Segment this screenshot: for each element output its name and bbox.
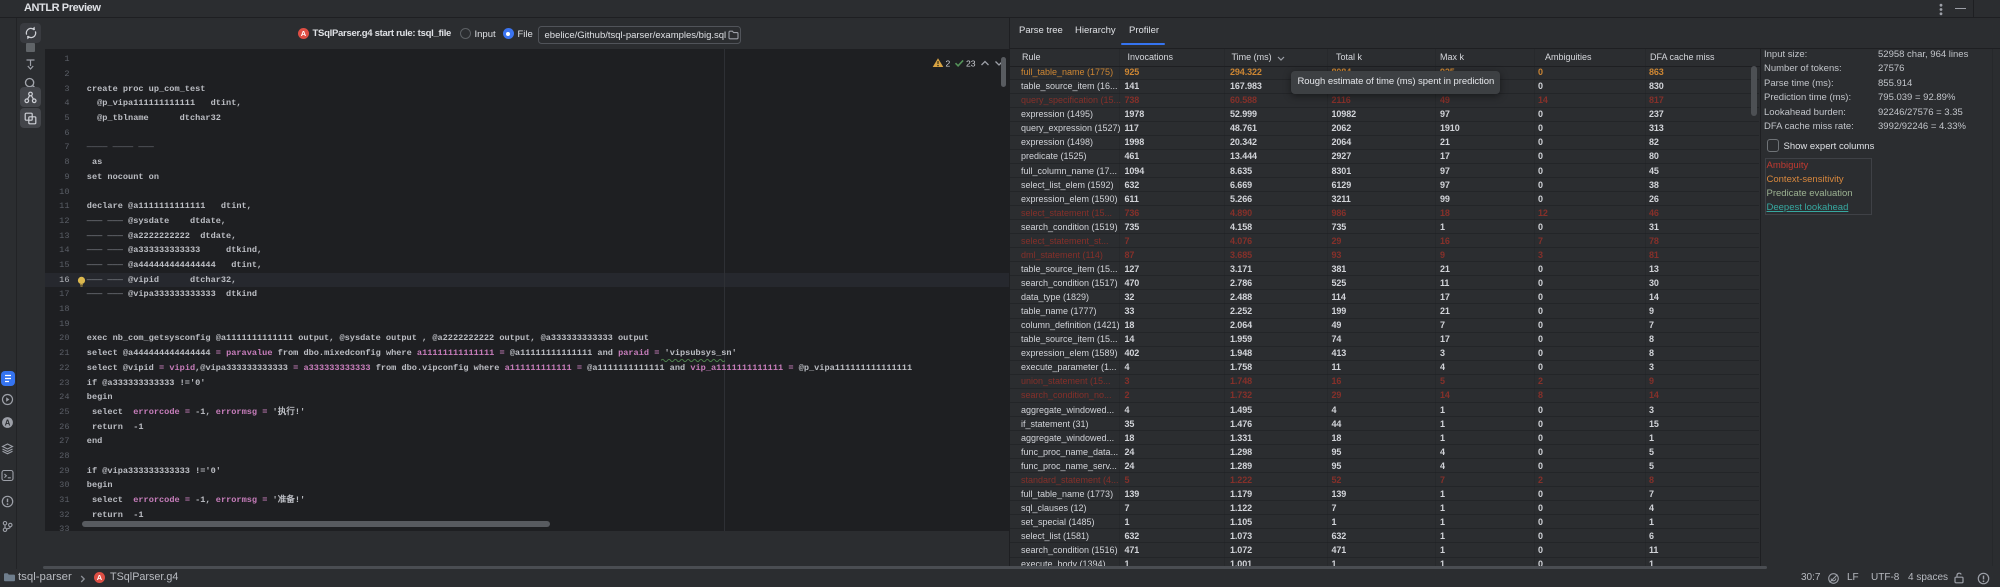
svg-text:A: A xyxy=(301,29,307,38)
svg-text:A: A xyxy=(5,418,11,427)
svg-text:2: 2 xyxy=(945,59,950,69)
svg-text:23: 23 xyxy=(966,59,976,69)
svg-text:A: A xyxy=(97,573,103,582)
